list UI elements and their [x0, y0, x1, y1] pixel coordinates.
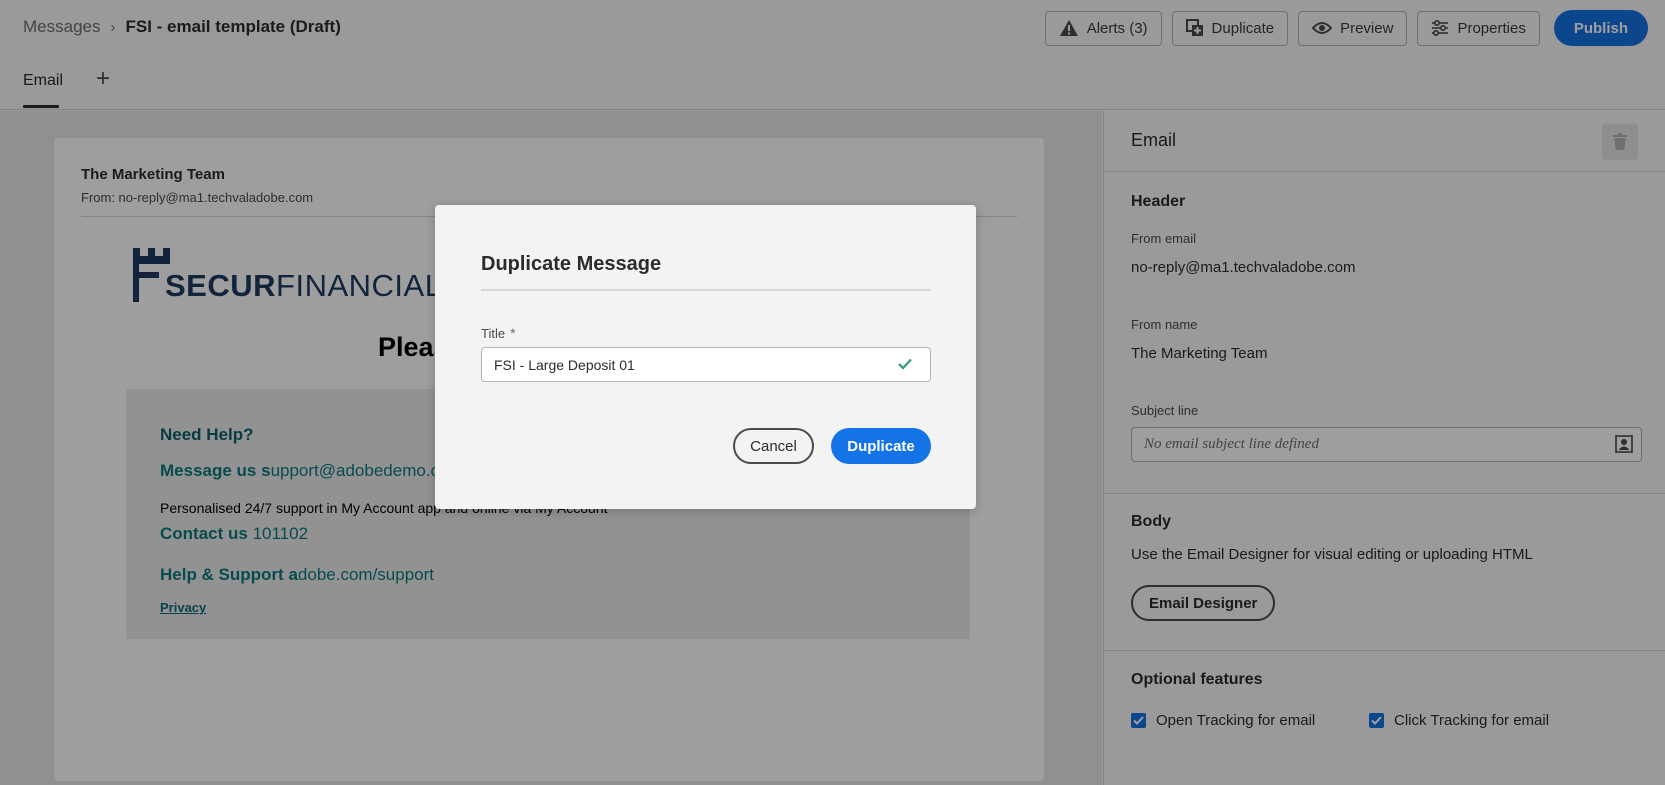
divider: [481, 289, 931, 291]
dialog-title: Duplicate Message: [481, 253, 662, 275]
checkmark-icon: [898, 357, 912, 375]
title-field-label: Title *: [481, 325, 516, 341]
title-input[interactable]: FSI - Large Deposit 01: [481, 347, 931, 382]
title-label-text: Title: [481, 326, 506, 341]
cancel-button[interactable]: Cancel: [733, 428, 814, 464]
duplicate-confirm-button[interactable]: Duplicate: [831, 428, 931, 464]
duplicate-message-dialog: Duplicate Message Title * FSI - Large Dep…: [435, 205, 976, 509]
title-input-value: FSI - Large Deposit 01: [494, 357, 635, 373]
required-asterisk: *: [510, 325, 516, 341]
